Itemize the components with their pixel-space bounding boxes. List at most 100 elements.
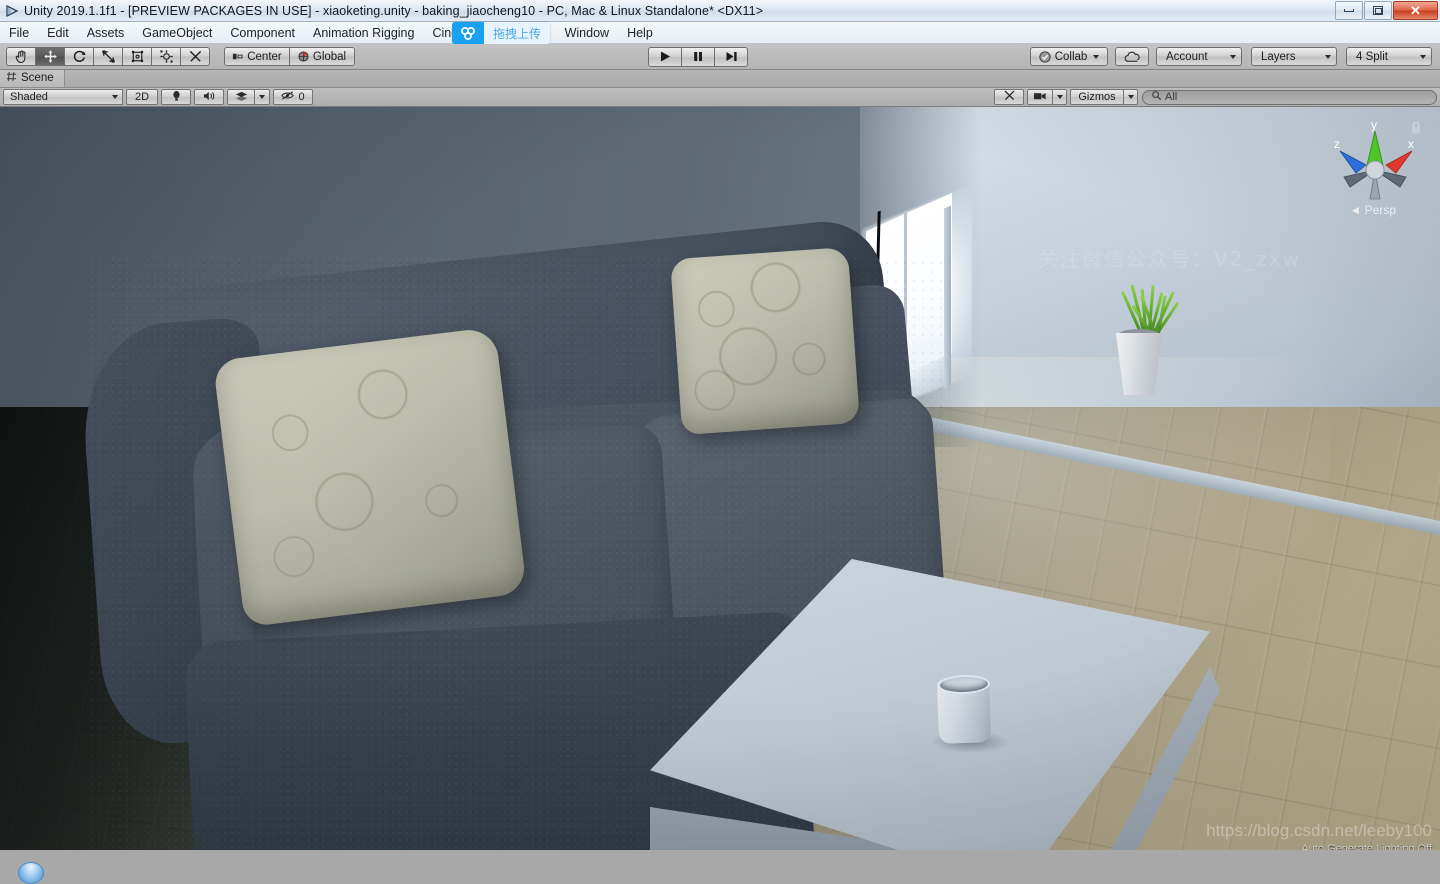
statusbar [0,850,1440,870]
unity-collab-orb-icon[interactable] [18,862,44,884]
wrench-screwdriver-icon [1003,89,1016,105]
step-button[interactable] [714,46,748,67]
menubar: File Edit Assets GameObject Component An… [0,22,1440,44]
chevron-down-icon [112,95,118,99]
menu-help[interactable]: Help [618,23,662,43]
pivot-center-icon [232,51,243,62]
play-icon [658,50,672,63]
projection-arrow-icon: ◄ [1349,203,1362,217]
minimize-icon [1344,9,1354,12]
toolbar-right-group: Collab Account Layers 4 Split [1030,47,1432,66]
cloud-button[interactable] [1115,47,1149,66]
close-button[interactable]: ✕ [1393,1,1438,20]
hand-tool-button[interactable] [6,47,36,66]
scene-tools-button[interactable] [994,89,1024,105]
lock-icon[interactable] [1410,121,1422,140]
wrench-screwdriver-icon [188,49,203,64]
menu-gameobject[interactable]: GameObject [133,23,221,43]
window-controls: ✕ [1334,1,1438,20]
unity-logo-icon [4,3,20,19]
view-2d-toggle[interactable]: 2D [126,89,158,105]
menu-window[interactable]: Window [556,23,618,43]
tab-scene[interactable]: Scene [0,69,65,87]
eye-slash-icon [281,90,295,104]
chevron-down-icon [1093,54,1100,59]
chevron-down-icon [1230,54,1236,59]
projection-mode-label[interactable]: ◄ Persp [1349,203,1396,217]
pivot-mode-button[interactable]: Center [224,47,290,66]
drag-upload-widget[interactable]: 拖拽上传 [452,22,551,44]
minimize-button[interactable] [1335,1,1363,20]
gizmo-visibility-toggle[interactable]: 0 [273,89,313,105]
layout-button[interactable]: 4 Split [1346,47,1432,66]
pillow-left [212,326,528,628]
scene-camera-dropdown[interactable] [1052,89,1067,105]
menu-component[interactable]: Component [221,23,304,43]
draw-mode-dropdown[interactable]: Shaded [3,89,123,105]
playback-controls [648,46,748,67]
rect-tool-button[interactable] [122,47,152,66]
combined-transform-icon [159,49,174,64]
step-icon [724,50,738,63]
main-toolbar: Center Global Collab Account Layers 4 Sp… [0,44,1440,70]
gizmo-count: 0 [298,91,305,103]
effects-toggle[interactable] [227,89,255,105]
pause-icon [691,50,705,63]
collab-button[interactable]: Collab [1030,47,1108,66]
collab-check-icon [1039,50,1051,63]
audio-toggle[interactable] [194,89,224,105]
draw-mode-label: Shaded [10,91,48,103]
pivot-rotation-button[interactable]: Global [289,47,355,66]
pivot-rotation-label: Global [312,50,347,63]
chevron-down-icon [1420,54,1426,59]
camera-icon [1033,91,1047,104]
combined-transform-tool-button[interactable] [151,47,181,66]
effects-dropdown[interactable] [254,89,270,105]
tab-scene-label: Scene [21,72,54,84]
chevron-down-icon [1325,54,1331,59]
rotate-icon [72,49,87,64]
menu-assets[interactable]: Assets [78,23,134,43]
fx-layers-icon [235,90,248,105]
transform-tools-group [6,47,210,66]
restore-button[interactable] [1364,1,1392,20]
gizmos-label: Gizmos [1078,91,1116,103]
close-icon: ✕ [1410,3,1421,18]
chevron-down-icon [1056,95,1063,99]
move-arrows-icon [43,49,58,64]
rect-transform-icon [130,49,145,64]
play-button[interactable] [648,46,682,67]
menu-edit[interactable]: Edit [38,23,78,43]
scale-tool-button[interactable] [93,47,123,66]
search-icon [1151,90,1162,104]
custom-tool-button[interactable] [180,47,210,66]
menu-file[interactable]: File [0,23,38,43]
scene-camera-button[interactable] [1027,89,1053,105]
pivot-group: Center Global [224,47,355,66]
layers-button[interactable]: Layers [1251,47,1337,66]
light-bulb-icon [171,90,182,105]
gizmos-dropdown[interactable]: Gizmos [1070,89,1124,105]
scale-icon [101,49,116,64]
svg-text:z: z [1334,137,1340,151]
drag-upload-label: 拖拽上传 [484,22,551,44]
pause-button[interactable] [681,46,715,67]
window-title: Unity 2019.1.1f1 - [PREVIEW PACKAGES IN … [24,3,764,18]
collab-label: Collab [1054,50,1088,63]
layout-label: 4 Split [1356,50,1388,63]
lighting-toggle[interactable] [161,89,191,105]
move-tool-button[interactable] [35,47,65,66]
scene-search-input[interactable]: All [1142,89,1437,105]
scene-viewport[interactable]: 关注微信公众号：V2_zxw x y z ◄ Persp https://blo… [0,107,1440,857]
tabstrip: Scene [0,69,1440,88]
gizmos-dropdown-arrow[interactable] [1123,89,1138,105]
account-button[interactable]: Account [1156,47,1242,66]
speaker-icon [203,90,216,105]
restore-icon [1373,6,1383,15]
svg-text:y: y [1371,118,1377,132]
rotate-tool-button[interactable] [64,47,94,66]
wechat-watermark: 关注微信公众号：V2_zxw [1038,247,1302,271]
scene-search-text: All [1165,91,1178,103]
menu-animation-rigging[interactable]: Animation Rigging [304,23,423,43]
csdn-url-watermark: https://blog.csdn.net/leeby100 [1206,821,1432,840]
